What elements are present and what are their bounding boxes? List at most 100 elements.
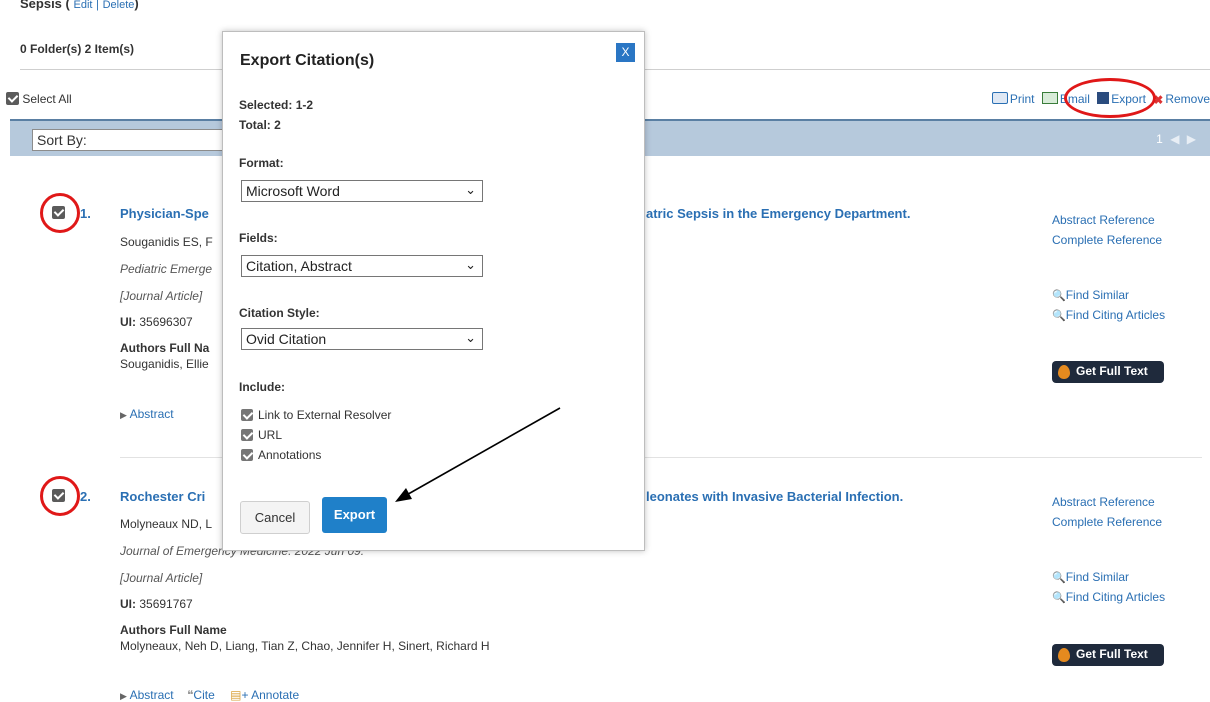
citation-style-value: Ovid Citation (246, 331, 327, 347)
annotate-link[interactable]: + Annotate (241, 688, 299, 702)
flame-icon (1058, 365, 1070, 379)
find-citing-link[interactable]: 🔍Find Citing Articles (1052, 308, 1165, 322)
chevron-down-icon: ⌄ (465, 330, 476, 345)
include-option-label: Annotations (258, 448, 322, 462)
find-similar-link[interactable]: 🔍Find Similar (1052, 570, 1129, 584)
find-citing-link[interactable]: 🔍Find Citing Articles (1052, 590, 1165, 604)
include-external-resolver-checkbox[interactable]: Link to External Resolver (241, 408, 391, 422)
select-all-label: Select All (22, 92, 72, 106)
magnifier-icon: 🔍 (1052, 592, 1066, 604)
result-ui: UI: 35696307 (120, 315, 193, 329)
complete-reference-link[interactable]: Complete Reference (1052, 233, 1162, 247)
abstract-reference-link[interactable]: Abstract Reference (1052, 495, 1155, 509)
ui-label: UI: (120, 597, 136, 611)
next-page-icon[interactable]: ▶ (1187, 132, 1196, 146)
printer-icon (991, 92, 1008, 104)
result-authors: Molyneaux ND, L (120, 517, 213, 531)
checkbox-checked-icon (241, 449, 253, 461)
dialog-title: Export Citation(s) (240, 52, 375, 69)
format-value: Microsoft Word (246, 183, 340, 199)
folder-name: Sepsis (20, 0, 62, 11)
print-button[interactable]: Print (991, 92, 1035, 106)
ui-label: UI: (120, 315, 136, 329)
result-title-tail[interactable]: leonates with Invasive Bacterial Infecti… (646, 489, 903, 504)
sort-by-select[interactable]: Sort By: (32, 129, 232, 151)
folder-item-count: 0 Folder(s) 2 Item(s) (20, 42, 135, 56)
result-actions: ▶ Abstract ❝Cite ▤+ Annotate (120, 688, 299, 702)
edit-folder-link[interactable]: Edit (74, 0, 93, 11)
result-ui: UI: 35691767 (120, 597, 193, 611)
find-similar-link[interactable]: 🔍Find Similar (1052, 288, 1129, 302)
paren-open: ( (65, 0, 70, 11)
get-full-text-button[interactable]: Get Full Text (1052, 644, 1164, 666)
envelope-icon (1041, 92, 1058, 104)
include-url-checkbox[interactable]: URL (241, 428, 282, 442)
magnifier-icon: 🔍 (1052, 310, 1066, 322)
checkbox-checked-icon (241, 429, 253, 441)
ui-value: 35696307 (139, 315, 193, 329)
fields-select[interactable]: Citation, Abstract ⌄ (241, 255, 483, 277)
authors-full: Souganidis, Ellie (120, 357, 209, 371)
export-button[interactable]: Export (322, 497, 387, 533)
result-pubtype: [Journal Article] (120, 289, 203, 303)
magnifier-icon: 🔍 (1052, 290, 1066, 302)
result-title[interactable]: Physician-Spe (120, 206, 209, 221)
citation-style-label: Citation Style: (239, 306, 320, 320)
checkbox-checked-icon (241, 409, 253, 421)
result-pubtype: [Journal Article] (120, 571, 203, 585)
remove-button[interactable]: ✖ Remove (1153, 92, 1210, 107)
get-full-text-label: Get Full Text (1076, 647, 1148, 661)
get-full-text-button[interactable]: Get Full Text (1052, 361, 1164, 383)
print-label: Print (1009, 92, 1035, 106)
close-icon[interactable]: X (616, 43, 635, 62)
abstract-link[interactable]: Abstract (130, 407, 174, 421)
expand-triangle-icon: ▶ (120, 410, 127, 420)
fields-value: Citation, Abstract (246, 258, 352, 274)
authors-full-label: Authors Full Na (120, 341, 210, 355)
result-authors: Souganidis ES, F (120, 235, 213, 249)
abstract-reference-link[interactable]: Abstract Reference (1052, 213, 1155, 227)
total-count: Total: 2 (239, 118, 281, 132)
fields-label: Fields: (239, 231, 278, 245)
cancel-button[interactable]: Cancel (240, 501, 310, 534)
link-separator: | (96, 0, 99, 11)
authors-full: Molyneaux, Neh D, Liang, Tian Z, Chao, J… (120, 639, 490, 653)
include-option-label: URL (258, 428, 283, 442)
annotation-circle-checkbox-1 (40, 193, 80, 233)
result-number: 1. (80, 206, 91, 221)
prev-page-icon[interactable]: ◀ (1170, 132, 1179, 146)
find-similar-label: Find Similar (1065, 288, 1130, 302)
include-annotations-checkbox[interactable]: Annotations (241, 448, 321, 462)
find-citing-label: Find Citing Articles (1065, 308, 1166, 322)
abstract-link[interactable]: Abstract (130, 688, 174, 702)
magnifier-icon: 🔍 (1052, 572, 1066, 584)
annotation-circle-checkbox-2 (40, 476, 80, 516)
flame-icon (1058, 648, 1070, 662)
select-all-checkbox[interactable]: Select All (6, 92, 72, 106)
chevron-down-icon: ⌄ (465, 182, 476, 197)
chevron-down-icon: ⌄ (465, 257, 476, 272)
get-full-text-label: Get Full Text (1076, 364, 1148, 378)
result-number: 2. (80, 489, 91, 504)
paren-close: ) (134, 0, 139, 11)
result-title-tail[interactable]: atric Sepsis in the Emergency Department… (646, 206, 910, 221)
complete-reference-link[interactable]: Complete Reference (1052, 515, 1162, 529)
cite-link[interactable]: Cite (193, 688, 214, 702)
find-citing-label: Find Citing Articles (1065, 590, 1166, 604)
export-citations-dialog: Export Citation(s) X Selected: 1-2 Total… (222, 31, 645, 551)
pager: 1 ◀ ▶ (1156, 132, 1196, 146)
format-label: Format: (239, 156, 284, 170)
include-label: Include: (239, 380, 286, 394)
result-actions: ▶ Abstract (120, 407, 174, 421)
ui-value: 35691767 (139, 597, 193, 611)
delete-folder-link[interactable]: Delete (103, 0, 135, 11)
folder-title: Sepsis ( Edit | Delete) (20, 0, 139, 11)
authors-full-label: Authors Full Name (120, 623, 227, 637)
result-journal: Pediatric Emerge (120, 262, 213, 276)
annotate-icon: ▤ (230, 688, 242, 702)
expand-triangle-icon: ▶ (120, 691, 127, 701)
result-title[interactable]: Rochester Cri (120, 489, 205, 504)
format-select[interactable]: Microsoft Word ⌄ (241, 180, 483, 202)
citation-style-select[interactable]: Ovid Citation ⌄ (241, 328, 483, 350)
page-number: 1 (1156, 132, 1163, 146)
